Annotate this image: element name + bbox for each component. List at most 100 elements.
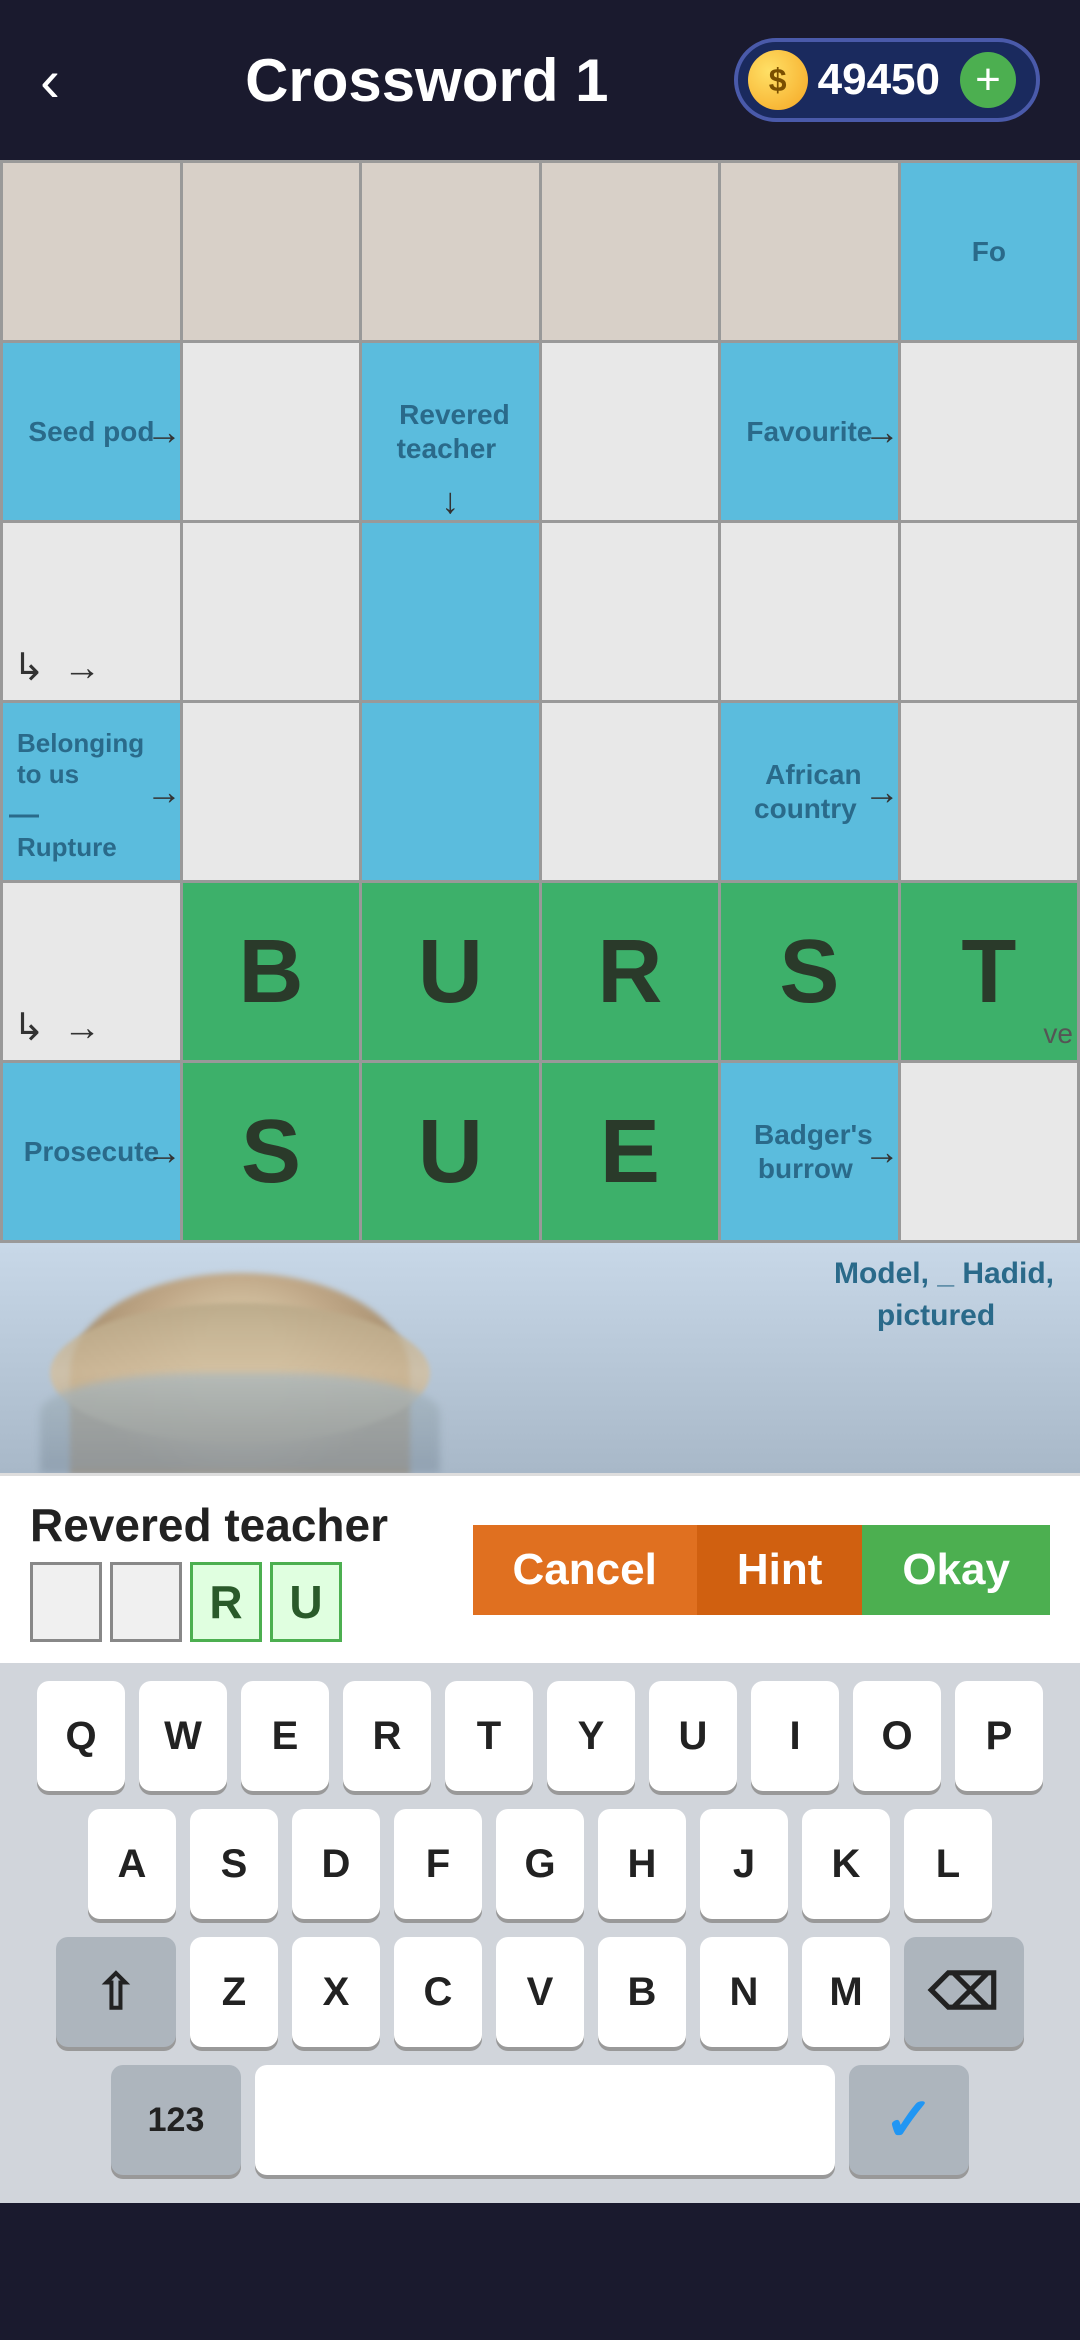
grid-cell-seed-pod[interactable]: Seed pod → <box>2 342 182 522</box>
key-O[interactable]: O <box>853 1681 941 1791</box>
grid-cell[interactable]: ↳ → <box>2 882 182 1062</box>
grid-cell[interactable] <box>899 342 1078 522</box>
clue-text: Favourite <box>738 408 880 455</box>
key-U[interactable]: U <box>649 1681 737 1791</box>
key-T[interactable]: T <box>445 1681 533 1791</box>
key-W[interactable]: W <box>139 1681 227 1791</box>
grid-cell-R[interactable]: R <box>540 882 719 1062</box>
arrow-right-icon: → <box>146 411 182 453</box>
key-F[interactable]: F <box>394 1809 482 1919</box>
grid-cell-B[interactable]: B <box>181 882 360 1062</box>
arrow-right-icon: → <box>63 647 101 690</box>
grid-cell[interactable] <box>899 522 1078 702</box>
grid-cell[interactable] <box>181 342 360 522</box>
clue-text: Seed pod <box>20 408 162 455</box>
grid-cell-U[interactable]: U <box>361 882 541 1062</box>
crossword-grid: Fo Seed pod → Revered teacher ↓ Favourit… <box>0 160 1080 1243</box>
grid-cell[interactable] <box>361 702 541 882</box>
grid-cell[interactable] <box>899 702 1078 882</box>
grid-cell[interactable] <box>540 702 719 882</box>
grid-cell[interactable] <box>719 522 899 702</box>
key-M[interactable]: M <box>802 1937 890 2047</box>
keyboard: Q W E R T Y U I O P A S D F G H J K L ⇧ … <box>0 1663 1080 2203</box>
grid-cell[interactable] <box>361 522 541 702</box>
grid-cell-favourite[interactable]: Favourite → <box>719 342 899 522</box>
grid-cell <box>540 162 719 342</box>
key-R[interactable]: R <box>343 1681 431 1791</box>
key-I[interactable]: I <box>751 1681 839 1791</box>
key-Y[interactable]: Y <box>547 1681 635 1791</box>
key-Q[interactable]: Q <box>37 1681 125 1791</box>
letter: U <box>418 1102 483 1202</box>
grid-cell[interactable]: ↳ → <box>2 522 182 702</box>
clue-text: Badger's burrow <box>746 1111 873 1192</box>
photo-clue: Model, _ Hadid, pictured <box>820 1253 1060 1337</box>
arrow-right-icon: → <box>146 771 182 813</box>
arrow-right-icon: → <box>146 1131 182 1173</box>
okay-button[interactable]: Okay <box>862 1525 1050 1615</box>
key-J[interactable]: J <box>700 1809 788 1919</box>
letter: B <box>238 922 303 1022</box>
numbers-key[interactable]: 123 <box>111 2065 241 2175</box>
coins-amount: 49450 <box>818 55 940 105</box>
key-H[interactable]: H <box>598 1809 686 1919</box>
arrow-right-icon: → <box>63 1007 101 1050</box>
key-Z[interactable]: Z <box>190 1937 278 2047</box>
back-button[interactable]: ‹ <box>40 46 120 115</box>
cancel-button[interactable]: Cancel <box>473 1525 697 1615</box>
grid-cell-belonging[interactable]: Belongingto us — Rupture → <box>2 702 182 882</box>
arrow-corner-icon: ↳ <box>13 1005 45 1050</box>
key-V[interactable]: V <box>496 1937 584 2047</box>
shift-key[interactable]: ⇧ <box>56 1937 176 2047</box>
checkmark-icon: ✓ <box>884 2085 934 2155</box>
key-E[interactable]: E <box>241 1681 329 1791</box>
key-X[interactable]: X <box>292 1937 380 2047</box>
hint-button[interactable]: Hint <box>697 1525 863 1615</box>
key-P[interactable]: P <box>955 1681 1043 1791</box>
backspace-key[interactable]: ⌫ <box>904 1937 1024 2047</box>
grid-cell-badgers-burrow[interactable]: Badger's burrow → <box>719 1062 899 1242</box>
page-title: Crossword 1 <box>245 46 608 115</box>
grid-row-5: Prosecute → S U E Badger's burrow → <box>2 1062 1079 1242</box>
confirm-key[interactable]: ✓ <box>849 2065 969 2175</box>
grid-cell-revered-teacher[interactable]: Revered teacher ↓ <box>361 342 541 522</box>
key-D[interactable]: D <box>292 1809 380 1919</box>
grid-cell-S2[interactable]: S <box>181 1062 360 1242</box>
arrow-right-icon: → <box>864 1131 900 1173</box>
grid-cell[interactable] <box>899 1062 1078 1242</box>
clue-box-4: U <box>270 1562 342 1642</box>
grid-cell-prosecute[interactable]: Prosecute → <box>2 1062 182 1242</box>
photo-area: Model, _ Hadid, pictured <box>0 1243 1080 1473</box>
key-L[interactable]: L <box>904 1809 992 1919</box>
grid-cell-S[interactable]: S <box>719 882 899 1062</box>
key-G[interactable]: G <box>496 1809 584 1919</box>
key-K[interactable]: K <box>802 1809 890 1919</box>
key-N[interactable]: N <box>700 1937 788 2047</box>
grid-cell <box>2 162 182 342</box>
key-B[interactable]: B <box>598 1937 686 2047</box>
keyboard-row-3: ⇧ Z X C V B N M ⌫ <box>10 1937 1070 2047</box>
grid-cell-african-country[interactable]: African country → <box>719 702 899 882</box>
clue-text: Fo <box>964 228 1014 275</box>
key-S[interactable]: S <box>190 1809 278 1919</box>
grid-cell[interactable] <box>181 702 360 882</box>
grid-cell[interactable] <box>181 522 360 702</box>
coins-badge: $ 49450 + <box>734 38 1040 122</box>
grid-cell[interactable]: Fo <box>899 162 1078 342</box>
add-coins-button[interactable]: + <box>960 52 1016 108</box>
grid-cell[interactable] <box>540 342 719 522</box>
clue-text: African country <box>754 751 865 832</box>
key-A[interactable]: A <box>88 1809 176 1919</box>
letter: T <box>961 922 1016 1022</box>
grid-cell-T[interactable]: T ve <box>899 882 1078 1062</box>
partial-text: ve <box>1043 1018 1073 1050</box>
photo-figure <box>30 1243 450 1473</box>
top-bar: ‹ Crossword 1 $ 49450 + <box>0 0 1080 160</box>
grid-cell[interactable] <box>540 522 719 702</box>
grid-row-3: Belongingto us — Rupture → African count… <box>2 702 1079 882</box>
grid-cell <box>719 162 899 342</box>
grid-cell-U2[interactable]: U <box>361 1062 541 1242</box>
grid-cell-E[interactable]: E <box>540 1062 719 1242</box>
key-C[interactable]: C <box>394 1937 482 2047</box>
space-key[interactable] <box>255 2065 835 2175</box>
